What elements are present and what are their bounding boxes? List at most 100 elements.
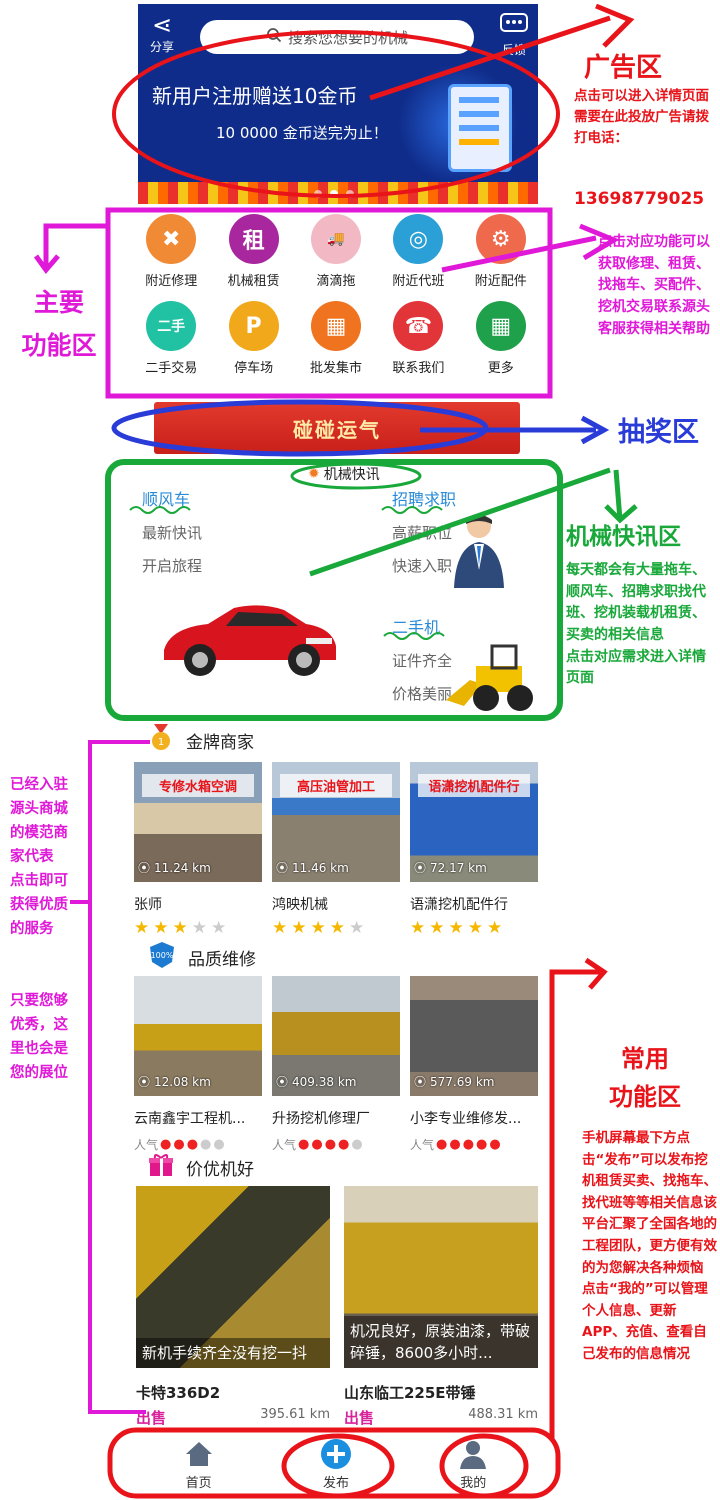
popularity-label: 人气 — [134, 1138, 159, 1152]
star-icon: ★ — [349, 918, 369, 938]
ad-banner[interactable]: ⋖ 分享 搜索您想要的机械 反馈 新用户注册赠送10金币 10 0000 金币送… — [138, 4, 538, 204]
anno-merchant-body: 已经入驻源头商城的模范商家代表 点击即可获得优质的服务 — [10, 777, 68, 937]
shop-sign: 语潇挖机配件行 — [418, 774, 530, 797]
carousel-dot-active[interactable] — [330, 190, 338, 198]
news-ride-line2: 开启旅程 — [142, 557, 203, 575]
function-item-5[interactable]: 二手 二手交易 — [130, 301, 212, 376]
shop-photo: 语潇挖机配件行 ⦿ 72.17 km — [410, 762, 538, 882]
deal-caption: 新机手续齐全没有挖一抖 — [136, 1338, 330, 1368]
function-item-2[interactable]: 🚚 滴滴拖 — [295, 214, 377, 289]
share-icon: ⋖ — [151, 11, 173, 39]
news-used-line1: 证件齐全 — [392, 652, 453, 670]
star-icon: ★ — [211, 918, 231, 938]
carousel-dot[interactable] — [346, 190, 354, 198]
merchant-name: 张师 — [134, 897, 162, 913]
wrench-icon: ✖ — [146, 214, 197, 264]
news-header-label: 机械快讯 — [323, 467, 380, 483]
star-icon: ★ — [329, 918, 349, 938]
anno-news-title: 机械快讯区 — [566, 524, 681, 550]
function-item-9[interactable]: ▦ 更多 — [460, 301, 542, 376]
function-label: 批发集市 — [309, 361, 362, 376]
repair-shop-name: 小李专业维修发... — [410, 1111, 522, 1127]
deal-name: 卡特336D2 — [136, 1384, 221, 1402]
repair-shop-card[interactable]: ⦿ 577.69 km 小李专业维修发... 人气 ● ● ● ● ● — [410, 976, 538, 1153]
nav-mine-label: 我的 — [460, 1475, 487, 1491]
news-jobs-line2: 快速入职 — [392, 557, 453, 575]
merchant-name: 鸿映机械 — [272, 897, 328, 913]
nav-mine[interactable]: 我的 — [433, 1438, 513, 1491]
function-item-7[interactable]: ▦ 批发集市 — [295, 301, 377, 376]
function-item-8[interactable]: ☎ 联系我们 — [377, 301, 459, 376]
businessman-image — [454, 514, 504, 588]
news-used[interactable]: 二手机 证件齐全 价格美丽 — [392, 614, 452, 704]
gift-icon — [148, 1152, 174, 1183]
function-label: 更多 — [487, 361, 514, 376]
share-button[interactable]: ⋖ 分享 — [140, 12, 184, 55]
medal-icon: 1 — [148, 724, 174, 757]
lottery-banner[interactable]: 碰碰运气 — [154, 402, 520, 454]
carousel-dots — [314, 190, 354, 198]
gold-merchant-card[interactable]: 专修水箱空调 ⦿ 11.24 km 张师 ★★★★★ — [134, 762, 262, 938]
carousel-dot[interactable] — [314, 190, 322, 198]
star-icon: ★ — [153, 918, 173, 938]
handshake-icon: 二手 — [146, 301, 197, 351]
function-label: 附近修理 — [145, 274, 198, 289]
quality-repair-title: 品质维修 — [188, 950, 256, 970]
star-icon: ★ — [272, 918, 292, 938]
repair-shop-card[interactable]: ⦿ 409.38 km 升扬挖机修理厂 人气 ● ● ● ● ● — [272, 976, 400, 1153]
phone-illustration — [448, 84, 512, 172]
flame-drop-icon: ● — [351, 1137, 363, 1152]
function-label: 停车场 — [234, 361, 274, 376]
function-item-3[interactable]: ◎ 附近代班 — [377, 214, 459, 289]
merchant-name: 语潇挖机配件行 — [410, 897, 508, 913]
distance-badge: ⦿ 577.69 km — [414, 1073, 494, 1090]
shop-sign: 专修水箱空调 — [142, 774, 254, 797]
news-jobs[interactable]: 招聘求职 高薪职位 快速入职 — [392, 486, 456, 576]
distance-badge: ⦿ 11.24 km — [138, 859, 211, 876]
flame-drop-icon: ● — [186, 1137, 199, 1152]
flame-drop-icon: ● — [200, 1137, 212, 1152]
nav-home[interactable]: 首页 — [159, 1438, 239, 1491]
deal-card[interactable]: 机况良好，原装油漆，带破碎锤，8600多小时... 山东临工225E带锤 出售 488… — [344, 1186, 538, 1428]
machine-photo: 新机手续齐全没有挖一抖 — [136, 1186, 330, 1368]
location-pin-icon: ⦿ — [138, 1075, 151, 1089]
gear-icon: ✹ — [308, 466, 320, 482]
nav-publish[interactable]: 发布 — [296, 1438, 376, 1491]
star-icon: ★ — [467, 918, 487, 938]
function-item-6[interactable]: P 停车场 — [212, 301, 294, 376]
repair-shop-card[interactable]: ⦿ 12.08 km 云南鑫宇工程机... 人气 ● ● ● ● ● — [134, 976, 262, 1153]
main-function-arrow-left — [33, 223, 106, 275]
steering-wheel-icon: ◎ — [393, 214, 444, 264]
repair-shop-name: 升扬挖机修理厂 — [272, 1111, 370, 1127]
chat-bubble-icon — [492, 12, 536, 41]
anno-main-body: 点击对应功能可以获取修理、租赁、找拖车、买配件、挖机交易联系源头客服获得相关帮助 — [598, 234, 710, 337]
gold-merchant-card[interactable]: 语潇挖机配件行 ⦿ 72.17 km 语潇挖机配件行 ★★★★★ — [410, 762, 538, 938]
news-ride[interactable]: 顺风车 最新快讯 开启旅程 — [142, 486, 202, 576]
flame-drop-icon: ● — [476, 1137, 488, 1152]
promo-subtitle: 10 0000 金币送完为止！ — [216, 124, 388, 142]
flame-drop-icon: ● — [449, 1137, 461, 1152]
shop-sign: 高压油管加工 — [280, 774, 392, 797]
distance-badge: ⦿ 72.17 km — [414, 859, 487, 876]
flame-drop-icon: ● — [160, 1137, 172, 1152]
star-rating: ★★★★★ — [410, 918, 538, 938]
wheel-loader-image — [446, 644, 533, 711]
deal-caption: 机况良好，原装油漆，带破碎锤，8600多小时... — [344, 1316, 538, 1368]
machine-photo: 机况良好，原装油漆，带破碎锤，8600多小时... — [344, 1186, 538, 1368]
promo-title: 新用户注册赠送10金币 — [152, 84, 358, 108]
deal-card[interactable]: 新机手续齐全没有挖一抖 卡特336D2 出售 395.61 km — [136, 1186, 330, 1428]
anno-main-title: 主要 功能区 — [21, 288, 97, 360]
app-screen: ⋖ 分享 搜索您想要的机械 反馈 新用户注册赠送10金币 10 0000 金币送… — [130, 0, 542, 1500]
deal-distance: 395.61 km — [260, 1407, 330, 1422]
search-input[interactable]: 搜索您想要的机械 — [200, 20, 474, 54]
function-item-1[interactable]: 租机械租赁 — [212, 214, 294, 289]
function-item-4[interactable]: ⚙ 附近配件 — [460, 214, 542, 289]
quality-repair-header: 100% 品质维修 — [148, 940, 256, 975]
distance-text: 577.69 km — [430, 1074, 495, 1089]
news-header: ✹ 机械快讯 — [308, 464, 380, 484]
distance-text: 12.08 km — [154, 1074, 211, 1089]
popularity-rating: 人气 ● ● ● ● ● — [134, 1136, 262, 1153]
gold-merchant-card[interactable]: 高压油管加工 ⦿ 11.46 km 鸿映机械 ★★★★★ — [272, 762, 400, 938]
feedback-button[interactable]: 反馈 — [492, 12, 536, 58]
function-item-0[interactable]: ✖ 附近修理 — [130, 214, 212, 289]
